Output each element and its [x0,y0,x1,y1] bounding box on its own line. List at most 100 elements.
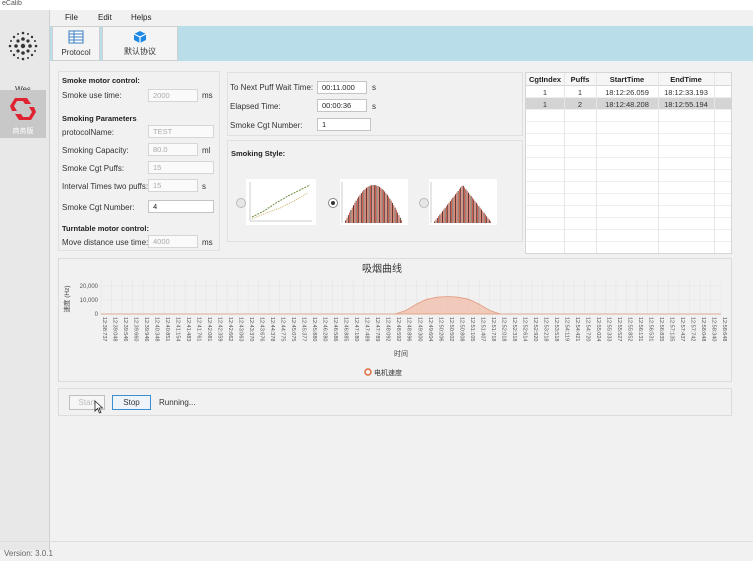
x-tick-label: 12:58:648 [721,317,727,341]
stop-button[interactable]: Stop [112,395,151,410]
rail-item-wes[interactable]: Wes [0,26,46,94]
table-row[interactable] [526,158,731,170]
run-status: Running... [159,398,196,407]
x-tick-label: 12:44:775 [280,317,286,341]
interval-field[interactable]: 15 [148,179,198,192]
toolbar: Protocol 默认协议 [50,26,753,61]
x-tick-label: 12:52:018 [500,317,506,341]
version-label: Version: 3.0.1 [4,549,53,558]
style-triangle-preview [429,179,497,225]
elapsed-unit: s [372,102,376,111]
legend-label: 电机速度 [374,368,402,377]
x-tick-label: 12:39:946 [143,317,149,341]
col-puffs[interactable]: Puffs [564,75,596,84]
protocol-name-field[interactable]: TEST [148,125,214,138]
table-row[interactable]: 1 1 18:12:26.059 18:12:33.193 [526,86,731,98]
table-row[interactable] [526,146,731,158]
x-tick-label: 12:49:300 [416,317,422,341]
x-tick-label: 12:40:851 [164,317,170,341]
x-tick-label: 12:56:531 [647,317,653,341]
col-starttime[interactable]: StartTime [596,75,658,84]
x-tick-label: 12:55:024 [595,317,601,341]
table-row[interactable] [526,110,731,122]
table-row[interactable]: 1 2 18:12:48.208 18:12:55.194 [526,98,731,110]
elapsed-field[interactable]: 00:00:36 [317,99,367,112]
table-cell: 1 [542,88,548,97]
col-cgtindex[interactable]: CgtIndex [526,75,564,84]
timing-cgt-number-field[interactable]: 1 [317,118,371,131]
next-puff-label: To Next Puff Wait Time: [230,83,314,92]
window-title: eCalib [2,0,22,7]
protocol-button[interactable]: Protocol [52,26,100,61]
x-tick-label: 12:48:092 [385,317,391,341]
x-tick-label: 12:48:896 [406,317,412,341]
protocol-name-label: protocolName: [62,128,115,137]
smoking-style-panel: Smoking Style: [227,140,523,242]
next-puff-field[interactable]: 00:11.000 [317,81,367,94]
table-row[interactable] [526,122,731,134]
x-tick-label: 12:52:614 [521,317,527,341]
table-cell: 18:12:33.193 [664,88,708,97]
y-tick-label: 0 [95,312,99,318]
capacity-field[interactable]: 80.0 [148,143,198,156]
table-header: CgtIndex Puffs StartTime EndTime [526,73,731,86]
table-row[interactable] [526,206,731,218]
smoke-use-time-field[interactable]: 2000 [148,89,198,102]
y-tick-label: 10,000 [80,298,99,304]
smoking-style-title: Smoking Style: [231,149,286,158]
style-triangle-radio[interactable] [419,198,429,208]
default-protocol-button[interactable]: 默认协议 [102,26,178,61]
x-tick-label: 12:44:378 [269,317,275,341]
smoking-curve-chart: 吸烟曲线 速度 (Hz) 20,000 10,000 0 12:38:737 12:3… [62,262,727,377]
table-row[interactable] [526,218,731,230]
col-endtime[interactable]: EndTime [658,75,714,84]
cgt-puffs-field[interactable]: 15 [148,161,214,174]
move-time-field[interactable]: 4000 [148,235,198,248]
x-tick-label: 12:48:592 [395,317,401,341]
rail-item-business[interactable]: 商务版 [0,90,46,138]
interval-label: Interval Times two puffs: [62,182,149,191]
title-bar: eCalib [0,0,753,10]
table-row[interactable] [526,230,731,242]
x-tick-label: 12:57:437 [679,317,685,341]
records-table: CgtIndex Puffs StartTime EndTime 1 1 18:12… [525,72,732,254]
menu-edit[interactable]: Edit [98,13,112,22]
x-tick-label: 12:54:720 [584,317,590,341]
chart-panel: 吸烟曲线 速度 (Hz) 20,000 10,000 0 12:38:737 12:3… [58,258,732,382]
x-tick-label: 12:56:835 [658,317,664,341]
x-tick-label: 12:49:604 [427,317,433,341]
x-tick-label: 12:52:318 [511,317,517,341]
menu-helps[interactable]: Helps [131,13,151,22]
table-row[interactable] [526,134,731,146]
table-row[interactable] [526,170,731,182]
table-row[interactable] [526,182,731,194]
cgt-number-field[interactable]: 4 [148,200,214,213]
style-bell-radio[interactable] [328,198,338,208]
style-linear-preview [246,179,316,225]
app-window: eCalib 商务版 File Edit Helps Protocol 默认协议… [0,0,753,561]
menu-file[interactable]: File [65,13,78,22]
x-tick-label: 12:38:737 [101,317,107,341]
dots-logo-icon [8,31,38,61]
legend-marker [364,368,372,376]
capacity-label: Smoking Capacity: [62,146,129,155]
x-tick-label: 12:39:660 [133,317,139,341]
chart-title: 吸烟曲线 [362,262,402,275]
chart-legend[interactable]: 电机速度 [364,368,402,377]
table-cell: 18:12:26.059 [605,88,649,97]
smoking-params-title: Smoking Parameters [62,114,137,123]
capacity-unit: ml [202,146,211,155]
table-cell: 2 [577,100,583,109]
table-row[interactable] [526,194,731,206]
x-tick-label: 12:42:081 [206,317,212,341]
table-cell: 18:12:55.194 [664,100,708,109]
x-tick-label: 12:57:742 [689,317,695,341]
x-tick-label: 12:46:586 [332,317,338,341]
x-tick-label: 12:41:761 [196,317,202,341]
table-row[interactable] [526,242,731,253]
x-tick-label: 12:53:218 [542,317,548,341]
left-rail: Wes 商务版 [0,10,50,550]
x-tick-label: 12:54:421 [574,317,580,341]
style-linear-radio[interactable] [236,198,246,208]
x-tick-label: 12:43:676 [259,317,265,341]
